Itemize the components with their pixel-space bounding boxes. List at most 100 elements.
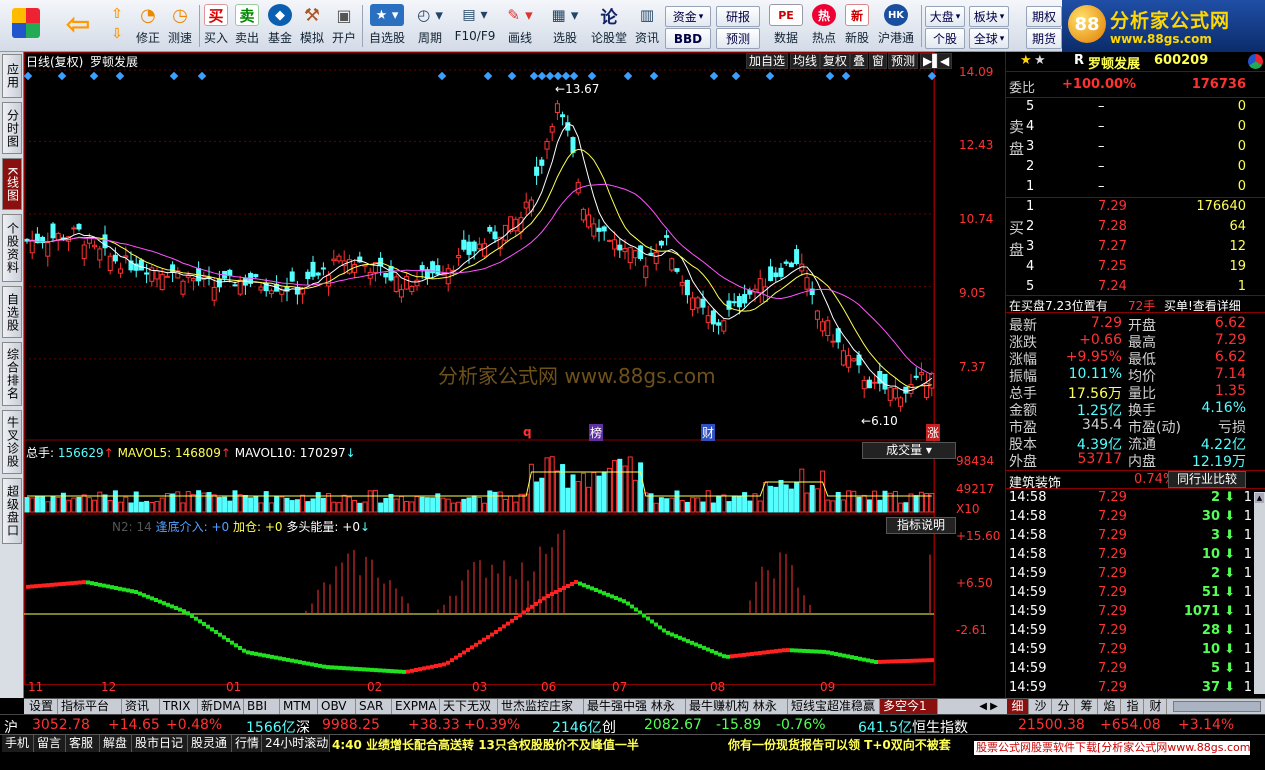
kline-chart-area[interactable]: 日线(复权) 罗顿发展 加自选 均线 复权 叠 窗 预测 ▶▌ ◀ 14.09 … [24, 52, 1005, 698]
status-button[interactable]: 股灵通 [188, 735, 232, 752]
scroll-right-icon[interactable]: ▶ [990, 701, 998, 712]
hot-button[interactable]: 热热点 [810, 4, 838, 48]
ma-button[interactable]: 均线 [790, 53, 821, 69]
brand-banner[interactable]: 88 分析家公式网 www.88gs.com [1062, 0, 1265, 52]
watchlist-button[interactable]: ★ ▾ 自选股 [366, 4, 408, 48]
tab-order-book[interactable]: 超级盘口 [2, 478, 22, 544]
global-button[interactable]: 全球 ▾ [969, 28, 1009, 49]
tick-row[interactable]: 14:59 7.29 28 ⬇ 1 [1006, 623, 1265, 642]
data-button[interactable]: PE 数据 [764, 4, 808, 48]
scroll-left-icon[interactable]: ◀ [979, 701, 987, 712]
sell-button[interactable]: 卖卖出 [233, 4, 261, 48]
news-ticker-1[interactable]: 4:40 业绩增长配合高送转 13只含权股股价不及峰值一半 [332, 736, 639, 753]
color-wheel-icon[interactable] [1248, 54, 1263, 69]
indicator-help-button[interactable]: 指标说明 [886, 517, 956, 534]
status-button[interactable]: 留言 [34, 735, 66, 752]
indicator-tab[interactable]: OBV [318, 699, 356, 714]
detail-tab[interactable]: 焰 [1099, 699, 1121, 714]
tick-row[interactable]: 14:58 7.29 2 ⬇ 1 [1006, 490, 1265, 509]
tab-watchlist[interactable]: 自选股 [2, 286, 22, 338]
research-button[interactable]: 研报 [716, 6, 760, 27]
detail-tab[interactable]: 分 [1053, 699, 1075, 714]
buy-order-row[interactable]: 1 7.29 176640 [1006, 199, 1265, 218]
adjust-button[interactable]: 复权 [820, 53, 851, 69]
fund-button[interactable]: ◆ 基金 [266, 4, 294, 48]
news-ticker-2[interactable]: 你有一份现货报告可以领 T+0双向不被套 [728, 736, 951, 753]
bbd-button[interactable]: BBD [665, 28, 711, 49]
volume-indicator-select[interactable]: 成交量 ▾ [862, 442, 956, 459]
new-stock-button[interactable]: 新新股 [843, 4, 871, 48]
detail-scrollbar[interactable] [1173, 701, 1261, 712]
detail-tab[interactable]: 筹 [1076, 699, 1098, 714]
indicator-tab[interactable]: TRIX [160, 699, 198, 714]
sector-button[interactable]: 板块 ▾ [969, 6, 1009, 27]
tick-row[interactable]: 14:59 7.29 37 ⬇ 1 [1006, 680, 1265, 699]
detail-tab[interactable]: 财 [1145, 699, 1167, 714]
period-button[interactable]: ◴ ▾ 周期 [411, 4, 449, 48]
options-button[interactable]: 期权 [1026, 6, 1062, 27]
buy-order-row[interactable]: 2 7.28 64 [1006, 219, 1265, 238]
indicator-tab[interactable]: 新DMA [198, 699, 244, 714]
order-notice[interactable]: 在买盘7.23位置有 72手 买单!查看详细 [1006, 295, 1265, 313]
market-button[interactable]: 大盘 ▾ [925, 6, 965, 27]
speed-button[interactable]: ◷ 测速 [165, 4, 195, 48]
tick-row[interactable]: 14:59 7.29 10 ⬇ 1 [1006, 642, 1265, 661]
indicator-tab[interactable]: SAR [356, 699, 392, 714]
sell-order-row[interactable]: 2 – 0 [1006, 159, 1265, 178]
futures-button[interactable]: 期货 [1026, 28, 1062, 49]
window-button[interactable]: 窗 [869, 53, 888, 69]
buy-button[interactable]: 买买入 [202, 4, 230, 48]
up-down-button[interactable]: ⇧ ⇩ [104, 4, 130, 48]
event-marker[interactable]: 财 [701, 424, 716, 441]
indicator-tab[interactable]: 天下无双 [440, 699, 498, 714]
indicator-tab[interactable]: BBI [244, 699, 280, 714]
detail-tab[interactable]: 细 [1007, 699, 1029, 714]
indicator-tab[interactable]: 指标平台 [58, 699, 122, 714]
sell-order-row[interactable]: 5 – 0 [1006, 99, 1265, 118]
indicator-tab[interactable]: MTM [280, 699, 318, 714]
forum-button[interactable]: 论论股堂 [589, 4, 629, 48]
tick-row[interactable]: 14:58 7.29 3 ⬇ 1 [1006, 528, 1265, 547]
sell-order-row[interactable]: 4 – 0 [1006, 119, 1265, 138]
fix-button[interactable]: ◔ 修正 [133, 4, 163, 48]
back-button[interactable]: ⇦ [58, 4, 98, 48]
tick-row[interactable]: 14:59 7.29 1071 ⬇ 1 [1006, 604, 1265, 623]
single-stock-button[interactable]: 个股 [925, 28, 965, 49]
tick-scrollbar[interactable]: ▲ [1254, 492, 1265, 694]
buy-order-row[interactable]: 3 7.27 12 [1006, 239, 1265, 258]
sell-order-row[interactable]: 1 – 0 [1006, 179, 1265, 198]
f10-button[interactable]: ▤ ▾ F10/F9 [452, 4, 498, 48]
status-button[interactable]: 解盘 [100, 735, 132, 752]
open-account-button[interactable]: ▣ 开户 [330, 4, 358, 48]
status-button[interactable]: 股市日记 [132, 735, 188, 752]
indicator-tab[interactable]: 资讯 [122, 699, 160, 714]
forecast-button[interactable]: 预测 [716, 28, 760, 49]
footer-banner[interactable]: 股票公式网股票软件下载[分析家公式网www.88gs.com] [974, 741, 1250, 755]
indicator-tab[interactable]: 最牛强中强 林永 [584, 699, 686, 714]
tab-scroll-arrows[interactable]: ◀ ▶ [972, 699, 1005, 714]
status-button[interactable]: 客服 [66, 735, 100, 752]
indicator-tab[interactable]: 多空今1 [880, 699, 938, 714]
status-button[interactable]: 手机 [2, 735, 34, 752]
status-button[interactable]: 24小时滚动 [262, 735, 330, 752]
add-watchlist-button[interactable]: 加自选 [746, 53, 789, 69]
hk-connect-button[interactable]: HK 沪港通 [876, 4, 916, 48]
buy-order-row[interactable]: 4 7.25 19 [1006, 259, 1265, 278]
indicator-tab[interactable]: 设置 [26, 699, 58, 714]
sell-order-row[interactable]: 3 – 0 [1006, 139, 1265, 158]
stock-select-button[interactable]: ▦ ▾ 选股 [545, 4, 585, 48]
tab-intraday[interactable]: 分时图 [2, 102, 22, 154]
tick-row[interactable]: 14:58 7.29 30 ⬇ 1 [1006, 509, 1265, 528]
industry-compare-button[interactable]: 同行业比较 [1168, 471, 1246, 488]
event-marker[interactable]: 涨 [926, 424, 941, 441]
status-button[interactable]: 行情 [232, 735, 262, 752]
tab-kline[interactable]: K线图 [2, 158, 22, 210]
tick-row[interactable]: 14:58 7.29 10 ⬇ 1 [1006, 547, 1265, 566]
tab-ranking[interactable]: 综合排名 [2, 342, 22, 406]
detail-tab[interactable]: 沙 [1030, 699, 1052, 714]
overlay-button[interactable]: 叠 [850, 53, 869, 69]
notice-link[interactable]: 买单!查看详细 [1164, 297, 1241, 314]
tick-row[interactable]: 14:59 7.29 2 ⬇ 1 [1006, 566, 1265, 585]
sector-name[interactable]: 建筑装饰 [1009, 472, 1061, 491]
event-marker[interactable]: q [523, 425, 532, 439]
